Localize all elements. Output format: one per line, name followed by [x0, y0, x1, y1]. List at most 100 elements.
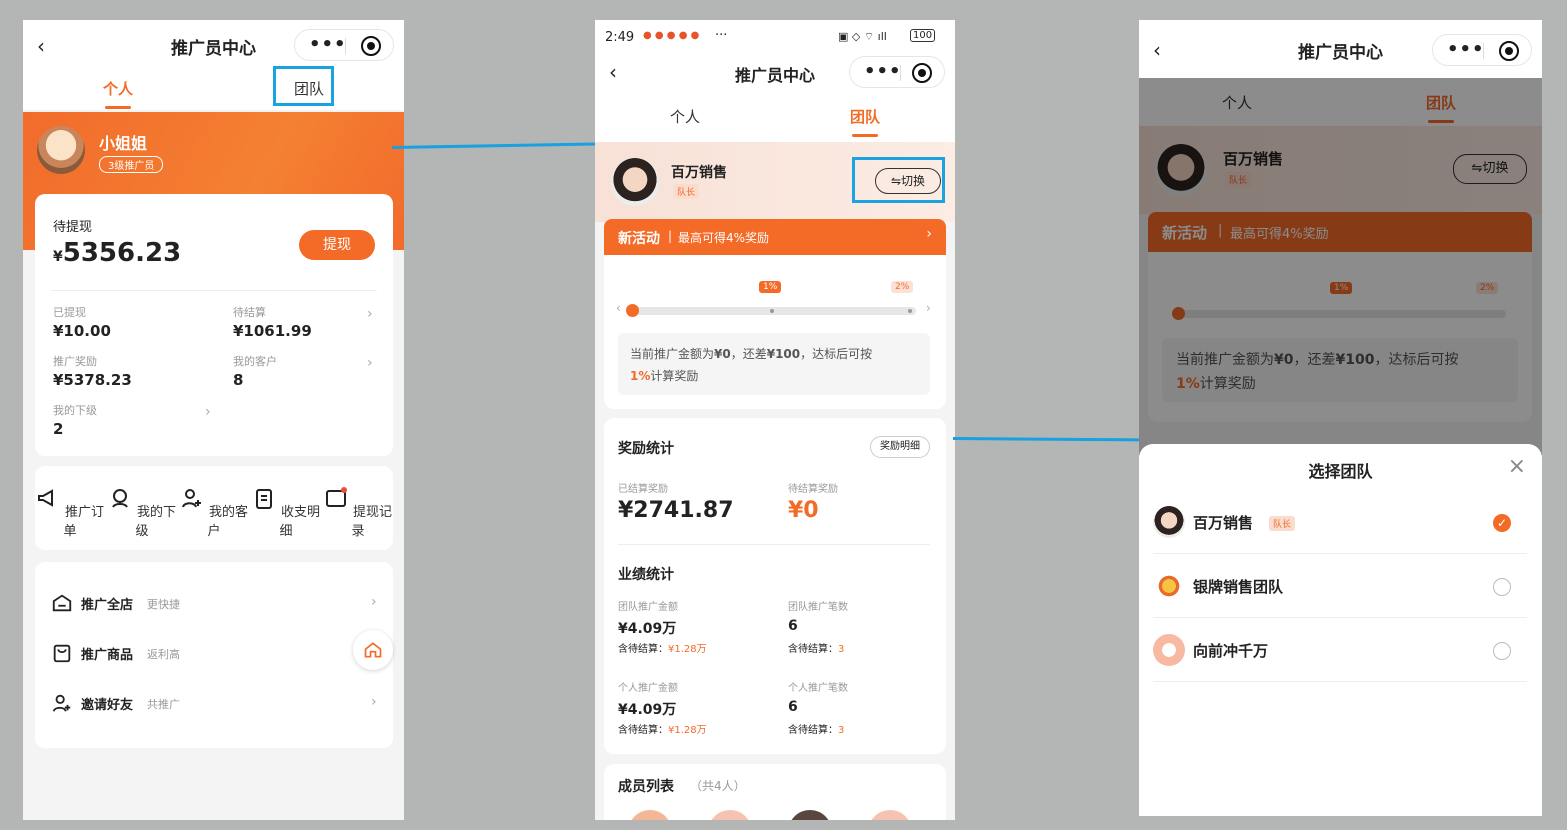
close-target-icon[interactable] [1499, 41, 1519, 61]
perf-label: 团队推广金额 [618, 602, 678, 613]
menu-sub: 共推广 [147, 698, 180, 711]
store-icon [52, 594, 72, 612]
perf-sub: 含待结算：3 [788, 721, 844, 736]
hint-gap: ¥100 [766, 347, 801, 361]
team-icon [112, 489, 128, 508]
more-icon[interactable]: ••• [309, 34, 347, 55]
member-avatar[interactable] [628, 810, 672, 820]
quick-income-detail[interactable]: 收支明细 [251, 486, 321, 539]
quick-withdraw-records[interactable]: 提现记录 [323, 486, 393, 539]
stat-label: 推广奖励 [53, 355, 97, 368]
withdraw-label: 待提现 [53, 220, 93, 235]
radio-unchecked[interactable] [1493, 642, 1511, 660]
wallet-card: 待提现 ¥5356.23 提现 已提现 ¥10.00 待结算 ¥1061.99 … [35, 194, 393, 456]
perf-sub-label: 含待结算： [788, 725, 838, 736]
stat-value[interactable]: 2 [53, 420, 63, 438]
settled-label: 已结算奖励 [618, 484, 668, 495]
connector-line [952, 437, 1149, 442]
nav-bar: ‹ 推广员中心 ••• [1139, 20, 1542, 78]
chevron-right-icon[interactable]: › [926, 301, 931, 315]
chevron-right-icon[interactable]: › [205, 404, 211, 420]
currency-sign: ¥ [53, 249, 63, 265]
promo-menu-card: 推广全店 更快捷 › 推广商品 返利高 邀请好友 共推广 › [35, 562, 393, 748]
more-icon[interactable]: ••• [864, 61, 902, 82]
section-title: 业绩统计 [618, 567, 674, 583]
perf-sub-value: ¥1.28万 [668, 725, 707, 736]
team-option[interactable]: 向前冲千万 [1153, 618, 1527, 682]
pending-label: 待结算奖励 [788, 484, 838, 495]
quick-actions-card: 推广订单 我的下级 我的客户 收支明细 提现记录 [35, 466, 393, 550]
stat-value[interactable]: 8 [233, 371, 243, 389]
user-name: 小姐姐 [99, 134, 148, 153]
perf-value: ¥4.09万 [618, 702, 677, 718]
hint-text: ，达标后可按 [800, 347, 873, 361]
quick-my-subordinates[interactable]: 我的下级 [107, 486, 177, 539]
close-target-icon[interactable] [361, 36, 381, 56]
signal-wifi-icon: ▣ ◇ ⌔ ıll [838, 30, 887, 43]
activity-desc: 最高可得4%奖励 [678, 231, 770, 245]
perf-sub-value: 3 [838, 644, 845, 655]
progress-node [908, 309, 912, 313]
menu-row-promote-store[interactable]: 推广全店 更快捷 › [51, 590, 381, 620]
home-float-button[interactable] [353, 630, 393, 670]
progress-marker [626, 304, 639, 317]
close-target-icon[interactable] [912, 63, 932, 83]
perf-sub: 含待结算：3 [788, 640, 844, 655]
activity-header[interactable]: 新活动 | 最高可得4%奖励 › [604, 219, 946, 255]
quick-label: 收支明细 [279, 505, 321, 539]
highlight-box [273, 66, 334, 106]
perf-value: 6 [788, 618, 798, 634]
withdraw-button[interactable]: 提现 [299, 230, 375, 260]
chevron-right-icon[interactable]: › [367, 355, 373, 371]
tab-team[interactable]: 团队 [805, 106, 925, 137]
wallet-icon [325, 487, 347, 507]
perf-label: 团队推广笔数 [788, 602, 848, 613]
notification-icons: ● ● ● ● ● [643, 30, 700, 41]
menu-row-promote-goods[interactable]: 推广商品 返利高 [51, 640, 381, 670]
status-bar: 2:49 ● ● ● ● ● ··· ▣ ◇ ⌔ ıll 100 [595, 20, 955, 50]
phone-select-team: ‹ 推广员中心 ••• 个人 团队 百万销售 队长 ⇋切换 新活动 | 最高可得… [1139, 20, 1542, 816]
stat-value[interactable]: ¥1061.99 [233, 322, 312, 340]
menu-label: 邀请好友 [81, 698, 134, 713]
member-avatar[interactable] [868, 810, 912, 820]
section-title: 奖励统计 [618, 441, 674, 457]
check-icon[interactable]: ✓ [1493, 514, 1511, 532]
perf-value: 6 [788, 699, 798, 715]
perf-sub-value: ¥1.28万 [668, 644, 707, 655]
status-time: 2:49 [605, 30, 635, 45]
team-option[interactable]: 百万销售 队长 ✓ [1153, 490, 1527, 554]
tab-personal[interactable]: 个人 [625, 106, 745, 127]
chevron-left-icon[interactable]: ‹ [616, 301, 621, 315]
level-badge: 3级推广员 [99, 156, 164, 173]
chevron-right-icon: › [371, 594, 377, 610]
team-option-name: 百万销售 [1193, 514, 1254, 532]
member-avatar[interactable] [788, 810, 832, 820]
quick-label: 我的客户 [207, 505, 249, 539]
menu-label: 推广商品 [81, 648, 134, 663]
more-icon[interactable]: ••• [1447, 39, 1485, 60]
close-icon[interactable]: × [1508, 454, 1526, 479]
activity-title: 新活动 [618, 231, 660, 247]
chevron-right-icon[interactable]: › [367, 306, 373, 322]
role-badge: 队长 [673, 184, 700, 199]
hint-percent: 1% [630, 369, 651, 383]
tab-bar: 个人 团队 [23, 70, 404, 110]
select-team-sheet: 选择团队 × 百万销售 队长 ✓ 银牌销售团队 向前冲千万 [1139, 444, 1542, 816]
quick-my-customers[interactable]: 我的客户 [179, 486, 249, 539]
team-option[interactable]: 银牌销售团队 [1153, 554, 1527, 618]
chevron-right-icon: › [926, 226, 932, 242]
stat-label: 我的下级 [53, 404, 97, 417]
member-avatar[interactable] [708, 810, 752, 820]
perf-label: 个人推广笔数 [788, 683, 848, 694]
tab-personal[interactable]: 个人 [58, 78, 178, 109]
reward-detail-button[interactable]: 奖励明细 [870, 436, 930, 458]
stat-value: ¥5378.23 [53, 371, 132, 389]
nav-bar: ‹ 推广员中心 ••• [595, 50, 955, 98]
quick-promo-orders[interactable]: 推广订单 [35, 486, 105, 539]
quick-label: 我的下级 [135, 505, 177, 539]
radio-unchecked[interactable] [1493, 578, 1511, 596]
team-avatar [1153, 570, 1185, 602]
team-avatar [1153, 634, 1185, 666]
tab-bar: 个人 团队 [595, 98, 955, 142]
menu-row-invite-friends[interactable]: 邀请好友 共推广 › [51, 690, 381, 720]
